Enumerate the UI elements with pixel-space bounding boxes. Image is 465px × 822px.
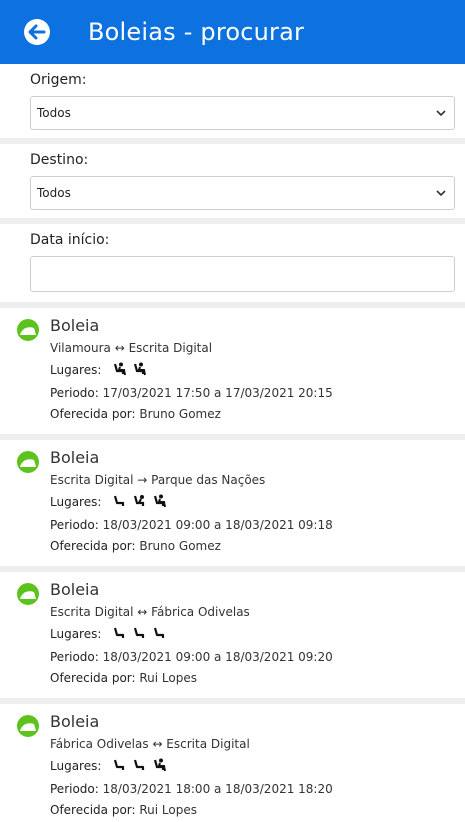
origem-filter: Origem: Todos (0, 64, 465, 144)
ride-seats-row: Lugares: (50, 626, 455, 643)
ride-period: 18/03/2021 09:00 a 18/03/2021 09:20 (102, 650, 333, 664)
ride-driver: Bruno Gomez (139, 407, 221, 421)
seat-list (113, 362, 147, 379)
ride-seats-row: Lugares: (50, 494, 455, 511)
periodo-label: Periodo: (50, 518, 99, 532)
lugares-label: Lugares: (50, 627, 102, 641)
partial-seat-icon (133, 494, 147, 511)
chevron-down-icon (436, 110, 446, 117)
oferecida-label: Oferecida por: (50, 803, 136, 817)
ride-item[interactable]: Boleia Escrita Digital ↔ Fábrica Odivela… (0, 572, 465, 704)
free-seat-icon (113, 494, 127, 511)
origem-select-value: Todos (37, 106, 71, 120)
occupied-seat-icon (153, 758, 167, 775)
car-ride-icon (17, 715, 39, 737)
ride-list: Boleia Vilamoura ↔ Escrita Digital Lugar… (0, 308, 465, 822)
occupied-seat-icon (133, 362, 147, 379)
ride-route: Vilamoura ↔ Escrita Digital (50, 341, 213, 355)
destino-label: Destino: (30, 152, 89, 168)
ride-title: Boleia (50, 448, 100, 467)
free-seat-icon (133, 626, 147, 643)
ride-offered-row: Oferecida por: Bruno Gomez (50, 539, 455, 553)
ride-driver: Rui Lopes (139, 803, 197, 817)
ride-period: 18/03/2021 09:00 a 18/03/2021 09:18 (102, 518, 333, 532)
ride-title: Boleia (50, 316, 100, 335)
periodo-label: Periodo: (50, 386, 99, 400)
ride-item[interactable]: Boleia Vilamoura ↔ Escrita Digital Lugar… (0, 308, 465, 440)
free-seat-icon (153, 626, 167, 643)
ride-title: Boleia (50, 712, 100, 731)
data-inicio-label: Data início: (30, 232, 110, 248)
car-ride-icon (17, 583, 39, 605)
app-header: Boleias - procurar (0, 0, 465, 64)
data-inicio-input[interactable] (30, 256, 455, 292)
ride-period-row: Periodo: 18/03/2021 09:00 a 18/03/2021 0… (50, 650, 455, 664)
lugares-label: Lugares: (50, 363, 102, 377)
periodo-label: Periodo: (50, 782, 99, 796)
ride-offered-row: Oferecida por: Rui Lopes (50, 671, 455, 685)
ride-item[interactable]: Boleia Escrita Digital → Parque das Naçõ… (0, 440, 465, 572)
ride-offered-row: Oferecida por: Rui Lopes (50, 803, 455, 817)
ride-driver: Rui Lopes (139, 671, 197, 685)
ride-period: 18/03/2021 18:00 a 18/03/2021 18:20 (102, 782, 333, 796)
oferecida-label: Oferecida por: (50, 407, 136, 421)
ride-period-row: Periodo: 18/03/2021 09:00 a 18/03/2021 0… (50, 518, 455, 532)
ride-driver: Bruno Gomez (139, 539, 221, 553)
chevron-down-icon (436, 190, 446, 197)
ride-offered-row: Oferecida por: Bruno Gomez (50, 407, 455, 421)
ride-period: 17/03/2021 17:50 a 17/03/2021 20:15 (102, 386, 333, 400)
ride-route: Escrita Digital → Parque das Nações (50, 473, 266, 487)
ride-period-row: Periodo: 17/03/2021 17:50 a 17/03/2021 2… (50, 386, 455, 400)
origem-select[interactable]: Todos (30, 96, 455, 130)
seat-list (113, 626, 167, 643)
ride-seats-row: Lugares: (50, 362, 455, 379)
arrow-left-icon (28, 24, 46, 40)
oferecida-label: Oferecida por: (50, 671, 136, 685)
data-inicio-filter: Data início: (0, 224, 465, 308)
destino-filter: Destino: Todos (0, 144, 465, 224)
ride-seats-row: Lugares: (50, 758, 455, 775)
back-button[interactable] (24, 19, 50, 45)
ride-route: Escrita Digital ↔ Fábrica Odivelas (50, 605, 250, 619)
destino-select-value: Todos (37, 186, 71, 200)
free-seat-icon (133, 758, 147, 775)
destino-select[interactable]: Todos (30, 176, 455, 210)
ride-title: Boleia (50, 580, 100, 599)
ride-period-row: Periodo: 18/03/2021 18:00 a 18/03/2021 1… (50, 782, 455, 796)
origem-label: Origem: (30, 72, 87, 88)
lugares-label: Lugares: (50, 759, 102, 773)
page-title: Boleias - procurar (88, 18, 305, 46)
ride-item[interactable]: Boleia Fábrica Odivelas ↔ Escrita Digita… (0, 704, 465, 822)
periodo-label: Periodo: (50, 650, 99, 664)
occupied-seat-icon (113, 362, 127, 379)
free-seat-icon (113, 626, 127, 643)
seat-list (113, 494, 167, 511)
seat-list (113, 758, 167, 775)
occupied-seat-icon (153, 494, 167, 511)
ride-route: Fábrica Odivelas ↔ Escrita Digital (50, 737, 250, 751)
oferecida-label: Oferecida por: (50, 539, 136, 553)
lugares-label: Lugares: (50, 495, 102, 509)
car-ride-icon (17, 451, 39, 473)
free-seat-icon (113, 758, 127, 775)
car-ride-icon (17, 319, 39, 341)
